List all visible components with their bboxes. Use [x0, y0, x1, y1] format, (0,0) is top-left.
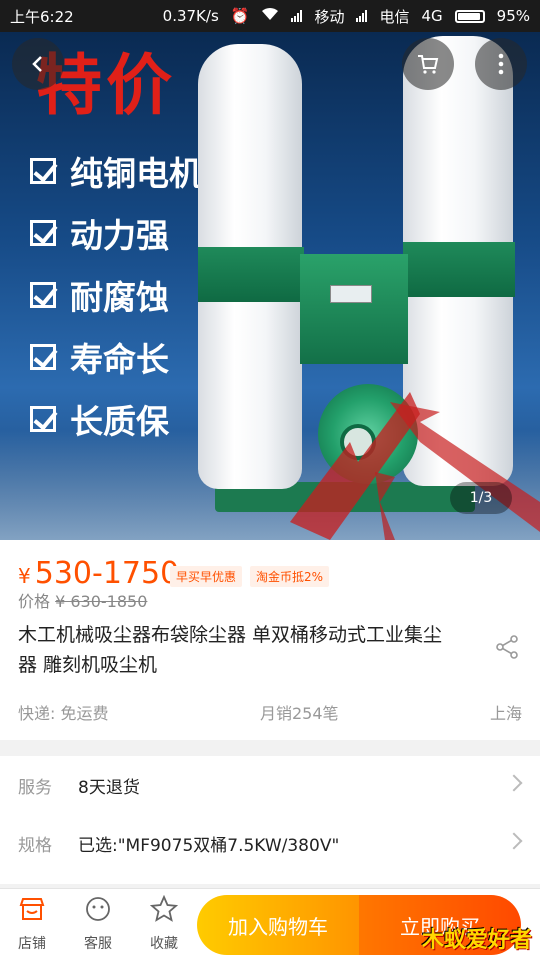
product-title: 木工机械吸尘器布袋除尘器 单双桶移动式工业集尘器 雕刻机吸尘机 [18, 624, 443, 676]
carrier-2: 电信 [379, 7, 410, 26]
net-speed: 0.37K/s [162, 7, 219, 25]
more-vertical-icon [498, 53, 504, 75]
price: ¥ 530-1750 [18, 556, 179, 591]
currency-symbol: ¥ [18, 564, 31, 588]
favorite-label: 收藏 [150, 936, 178, 952]
back-button[interactable] [12, 38, 64, 90]
ship-location: 上海 [489, 704, 522, 723]
chevron-left-icon [32, 56, 42, 72]
battery-level: 95% [496, 7, 530, 25]
shop-label: 店铺 [18, 936, 46, 952]
promo-tag-1: 早买早优惠 [170, 566, 243, 587]
original-price: 价格 ¥ 630-1850 [18, 588, 147, 612]
watermark: 木蚁爱好者 [421, 928, 532, 953]
shipping-info: 快递: 免运费 [18, 704, 109, 723]
service-row[interactable]: 服务 8天退货 [0, 756, 540, 814]
chevron-right-icon [505, 832, 523, 850]
signal-icon-1 [291, 10, 303, 22]
status-bar: 上午6:22 0.37K/s ⏰ 移动 电信 4G 95% [0, 0, 540, 32]
cart-button[interactable] [402, 38, 454, 90]
promo-tag-2: 淘金币抵2% [250, 566, 330, 587]
shop-button[interactable]: 店铺 [2, 895, 62, 953]
carrier-1: 移动 [314, 7, 345, 26]
monthly-sales: 月销254笔 [259, 704, 339, 723]
chevron-right-icon [505, 774, 523, 792]
service-value: 8天退货 [78, 777, 140, 798]
price-range: 530-1750 [34, 556, 180, 591]
cart-icon [418, 55, 439, 74]
original-price-value: ¥ 630-1850 [55, 592, 148, 611]
more-button[interactable] [475, 38, 527, 90]
signal-icon-2 [356, 10, 368, 22]
gallery-pager: 1/3 [450, 482, 512, 514]
add-to-cart-button[interactable]: 加入购物车 [197, 895, 359, 955]
chat-face-icon [86, 897, 110, 921]
bottom-action-bar: 店铺 客服 收藏 加入购物车 立即购买 木蚁爱好者 [0, 888, 540, 960]
share-icon[interactable] [494, 634, 520, 660]
shop-icon [19, 898, 45, 920]
customer-service-label: 客服 [84, 936, 112, 952]
spec-label: 规格 [18, 835, 52, 856]
meta-row: 快递: 免运费 月销254笔 上海 [18, 700, 522, 724]
alarm-icon: ⏰ [230, 7, 250, 25]
network-type: 4G [421, 7, 443, 25]
product-info-card: ¥ 530-1750 早买早优惠 淘金币抵2% 价格 ¥ 630-1850 木工… [0, 540, 540, 740]
original-price-label: 价格 [18, 592, 51, 611]
spec-row[interactable]: 规格 已选:"MF9075双桶7.5KW/380V" [0, 814, 540, 872]
status-right: 0.37K/s ⏰ 移动 电信 4G 95% [163, 6, 530, 27]
star-icon [149, 894, 179, 922]
battery-icon [454, 9, 485, 23]
service-label: 服务 [18, 777, 52, 798]
wifi-icon [261, 7, 279, 25]
customer-service-button[interactable]: 客服 [68, 895, 128, 953]
spec-value: 已选:"MF9075双桶7.5KW/380V" [78, 835, 340, 856]
service-section: 服务 8天退货 规格 已选:"MF9075双桶7.5KW/380V" [0, 756, 540, 884]
product-image-gallery[interactable]: 特价 纯铜电机 动力强 耐腐蚀 寿命长 长质保 1/3 [0, 32, 540, 540]
favorite-button[interactable]: 收藏 [134, 894, 194, 953]
status-time: 上午6:22 [10, 7, 74, 26]
